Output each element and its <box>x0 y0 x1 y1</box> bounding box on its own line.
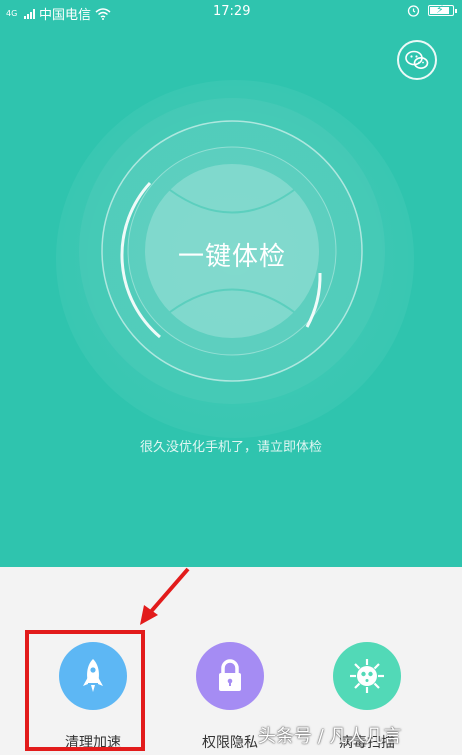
optimize-hint-text: 很久没优化手机了，请立即体检 <box>139 440 322 455</box>
lock-icon <box>196 642 264 710</box>
annotation-highlight-box <box>25 630 145 751</box>
watermark-text: 头条号 / 凡人几言 <box>258 726 402 747</box>
annotation-arrow <box>140 567 190 625</box>
virus-icon <box>333 642 401 710</box>
checkup-label: 一键体检 <box>177 242 286 272</box>
